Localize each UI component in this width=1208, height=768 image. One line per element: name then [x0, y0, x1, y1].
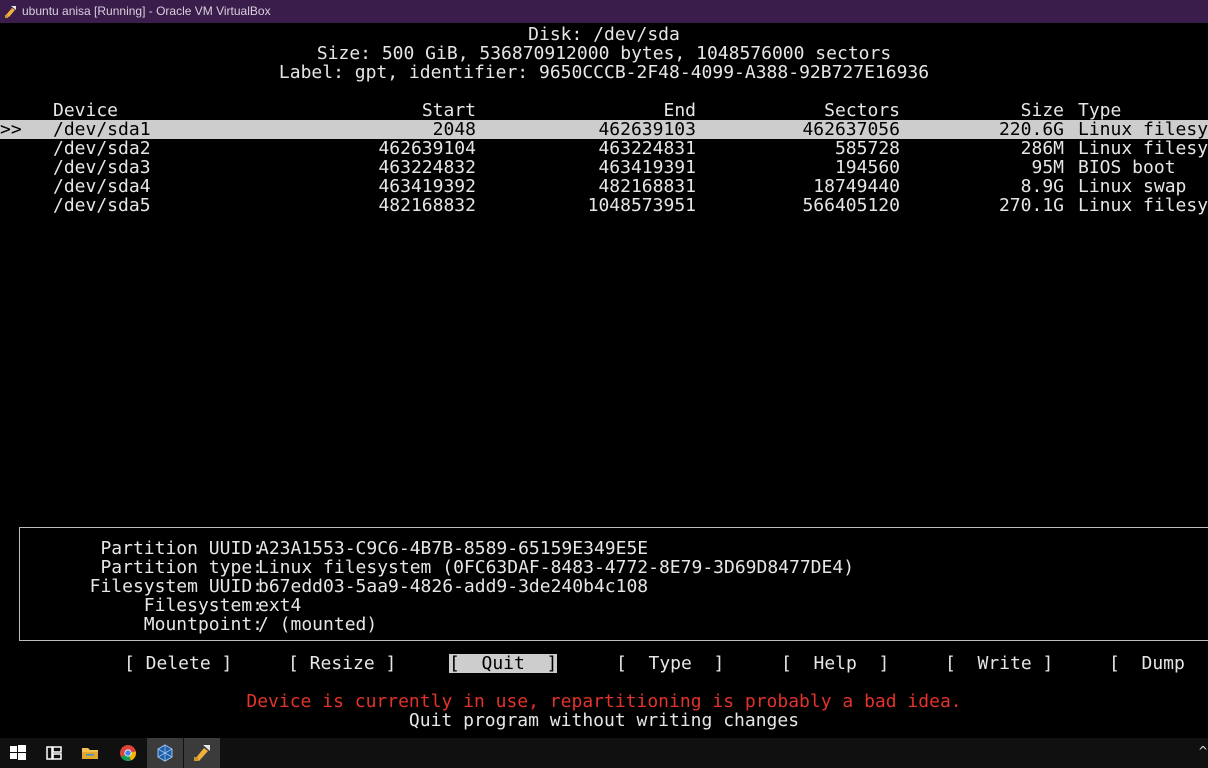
row-end: 1048573951	[587, 195, 696, 216]
info-label: Filesystem UUID:	[89, 576, 263, 597]
virtualbox-icon	[3, 4, 18, 19]
header-device: Device	[53, 100, 119, 121]
row-size: 270.1G	[998, 195, 1064, 216]
partition-row[interactable]: >> /dev/sda1 2048 462639103 462637056 22…	[0, 120, 1208, 139]
info-label: Partition UUID:	[100, 538, 263, 559]
row-type: BIOS boot	[1078, 157, 1176, 178]
start-button[interactable]	[0, 738, 36, 768]
menu-hint: Quit program without writing changes	[408, 710, 800, 731]
partition-table-header: Device Start End Sectors Size Type	[0, 101, 1208, 120]
info-partition-uuid: Partition UUID: A23A1553-C9C6-4B7B-8589-…	[20, 539, 648, 558]
delete-button[interactable]: [ Delete ]	[124, 654, 232, 673]
row-sectors: 462637056	[802, 119, 900, 140]
partition-info-box: Partition UUID: A23A1553-C9C6-4B7B-8589-…	[19, 527, 1208, 641]
row-size: 8.9G	[1020, 176, 1064, 197]
partition-row[interactable]: /dev/sda2 462639104 463224831 585728 286…	[0, 139, 1208, 158]
row-start: 463224832	[378, 157, 476, 178]
info-filesystem: Filesystem: ext4	[20, 596, 302, 615]
windows-start-icon	[10, 745, 26, 760]
header-type: Type	[1078, 100, 1122, 121]
row-type: Linux filesystem	[1078, 138, 1208, 159]
virtualbox-vm-icon	[194, 745, 210, 761]
window-title-bar[interactable]: ubuntu anisa [Running] - Oracle VM Virtu…	[0, 0, 1208, 23]
row-end: 482168831	[598, 176, 696, 197]
row-type: Linux swap	[1078, 176, 1187, 197]
row-start: 2048	[432, 119, 476, 140]
info-value: Linux filesystem (0FC63DAF-8483-4772-8E7…	[258, 557, 855, 578]
chrome-button[interactable]	[110, 738, 146, 768]
chrome-icon	[120, 745, 137, 761]
partition-row[interactable]: /dev/sda5 482168832 1048573951 566405120…	[0, 196, 1208, 215]
row-device: /dev/sda4	[53, 176, 151, 197]
info-filesystem-uuid: Filesystem UUID: b67edd03-5aa9-4826-add9…	[20, 577, 649, 596]
file-explorer-button[interactable]	[72, 738, 108, 768]
type-button[interactable]: [ Type ]	[616, 654, 724, 673]
row-start: 482168832	[378, 195, 476, 216]
action-menu: [ Delete ] [ Resize ] [ Quit ] [ Type ] …	[0, 654, 1208, 673]
row-size: 95M	[1031, 157, 1064, 178]
header-size: Size	[1020, 100, 1064, 121]
task-view-button[interactable]	[36, 738, 72, 768]
virtualbox-vm-button[interactable]	[184, 738, 220, 768]
info-label: Mountpoint:	[143, 614, 263, 635]
info-mountpoint: Mountpoint: / (mounted)	[20, 615, 377, 634]
row-sectors: 585728	[834, 138, 900, 159]
row-end: 463419391	[598, 157, 696, 178]
row-size: 220.6G	[998, 119, 1064, 140]
disk-size: Size: 500 GiB, 536870912000 bytes, 10485…	[316, 43, 892, 64]
partition-row[interactable]: /dev/sda4 463419392 482168831 18749440 8…	[0, 177, 1208, 196]
row-start: 462639104	[378, 138, 476, 159]
info-value: / (mounted)	[258, 614, 378, 635]
row-start: 463419392	[378, 176, 476, 197]
row-sectors: 18749440	[813, 176, 900, 197]
virtualbox-manager-icon	[157, 744, 173, 762]
row-type: Linux filesystem	[1078, 119, 1208, 140]
info-label: Partition type:	[100, 557, 263, 578]
disk-name: Disk: /dev/sda	[528, 24, 680, 45]
row-end: 462639103	[598, 119, 696, 140]
task-view-icon	[46, 746, 62, 760]
file-explorer-icon	[82, 748, 98, 759]
row-device: /dev/sda3	[53, 157, 151, 178]
selection-marker: >>	[0, 119, 22, 140]
virtualbox-manager-button[interactable]	[147, 738, 183, 768]
warning-message: Device is currently in use, repartitioni…	[246, 691, 962, 712]
resize-button[interactable]: [ Resize ]	[288, 654, 396, 673]
tray-overflow-icon[interactable]: ^	[1198, 744, 1208, 758]
row-device: /dev/sda2	[53, 138, 151, 159]
header-sectors: Sectors	[824, 100, 900, 121]
help-button[interactable]: [ Help ]	[781, 654, 889, 673]
row-size: 286M	[1020, 138, 1064, 159]
info-value: b67edd03-5aa9-4826-add9-3de240b4c108	[258, 576, 649, 597]
disk-label: Label: gpt, identifier: 9650CCCB-2F48-40…	[278, 62, 930, 83]
write-button[interactable]: [ Write ]	[945, 654, 1053, 673]
info-value: ext4	[258, 595, 302, 616]
windows-taskbar	[0, 738, 1208, 768]
info-partition-type: Partition type: Linux filesystem (0FC63D…	[20, 558, 854, 577]
row-device: /dev/sda1	[53, 119, 151, 140]
row-type: Linux filesystem	[1078, 195, 1208, 216]
info-label: Filesystem:	[143, 595, 263, 616]
quit-button[interactable]: [ Quit ]	[449, 654, 558, 673]
partition-row[interactable]: /dev/sda3 463224832 463419391 194560 95M…	[0, 158, 1208, 177]
window-title: ubuntu anisa [Running] - Oracle VM Virtu…	[22, 4, 271, 18]
row-device: /dev/sda5	[53, 195, 151, 216]
row-sectors: 566405120	[802, 195, 900, 216]
row-end: 463224831	[598, 138, 696, 159]
header-end: End	[663, 100, 696, 121]
header-start: Start	[421, 100, 476, 121]
vm-display[interactable]: Disk: /dev/sda Size: 500 GiB, 5368709120…	[0, 23, 1208, 738]
info-value: A23A1553-C9C6-4B7B-8589-65159E349E5E	[258, 538, 649, 559]
row-sectors: 194560	[834, 157, 900, 178]
dump-button[interactable]: [ Dump ]	[1109, 654, 1208, 673]
